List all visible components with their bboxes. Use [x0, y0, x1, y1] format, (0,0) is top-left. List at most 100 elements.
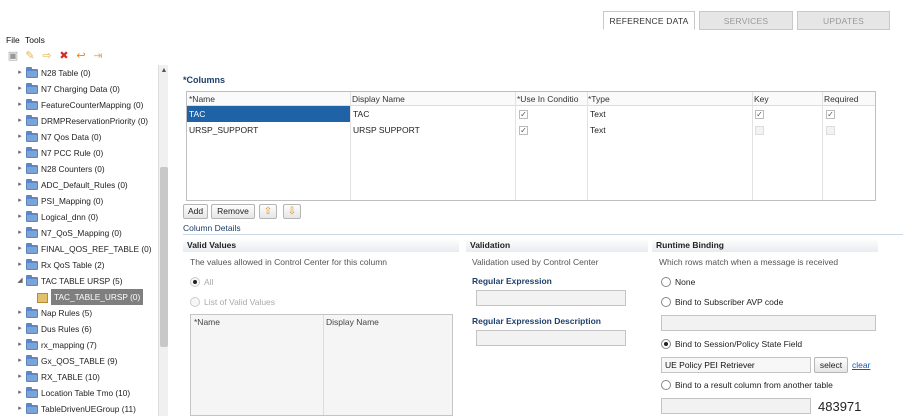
- move-icon[interactable]: ⇨: [41, 50, 53, 62]
- checkbox-key[interactable]: ✓: [755, 110, 764, 119]
- expand-arrow-icon[interactable]: ▸: [16, 225, 24, 241]
- clear-link[interactable]: clear: [852, 360, 870, 370]
- regex-input[interactable]: [476, 290, 626, 306]
- collapse-arrow-icon[interactable]: ◢: [16, 273, 24, 289]
- save-icon[interactable]: ▣: [7, 50, 19, 62]
- tree-item[interactable]: ▸ FeatureCounterMapping (0): [0, 97, 158, 113]
- valid-values-desc: The values allowed in Control Center for…: [190, 257, 388, 267]
- pencil-icon[interactable]: ✎: [24, 50, 36, 62]
- tree-scrollbar[interactable]: ▲: [158, 65, 168, 416]
- tree-item[interactable]: ▸ N7 PCC Rule (0): [0, 145, 158, 161]
- folder-icon: [26, 163, 38, 174]
- tree-item[interactable]: ▸ Rx QoS Table (2): [0, 257, 158, 273]
- folder-icon: [26, 131, 38, 142]
- table-cell-display[interactable]: TAC: [351, 106, 515, 122]
- tree-item[interactable]: ◢ TAC TABLE URSP (5): [0, 273, 158, 289]
- tree-item-selected[interactable]: TAC_TABLE_URSP (0): [0, 289, 158, 305]
- radio-bind-state-field[interactable]: [661, 339, 671, 349]
- checkbox-required[interactable]: ✓: [826, 110, 835, 119]
- tree-item[interactable]: ▸ FINAL_QOS_REF_TABLE (0): [0, 241, 158, 257]
- redo-icon[interactable]: ⇥: [92, 50, 104, 62]
- checkbox-required[interactable]: [826, 126, 835, 135]
- tree-item[interactable]: ▸ Gx_QOS_TABLE (9): [0, 353, 158, 369]
- arrow-up-icon[interactable]: ⇧: [259, 204, 277, 219]
- radio-bind-avp[interactable]: [661, 297, 671, 307]
- tree-item[interactable]: ▸ Nap Rules (5): [0, 305, 158, 321]
- checkbox-use-in-conditions[interactable]: ✓: [519, 126, 528, 135]
- expand-arrow-icon[interactable]: ▸: [16, 81, 24, 97]
- tree-item[interactable]: ▸ RX_TABLE (10): [0, 369, 158, 385]
- folder-icon: [26, 371, 38, 382]
- tree-item[interactable]: ▸ rx_mapping (7): [0, 337, 158, 353]
- table-cell-name[interactable]: URSP_SUPPORT: [187, 122, 350, 138]
- scrollbar-thumb[interactable]: [160, 167, 168, 347]
- tree-item[interactable]: ▸ N28 Table (0): [0, 65, 158, 81]
- expand-arrow-icon[interactable]: ▸: [16, 305, 24, 321]
- expand-arrow-icon[interactable]: ▸: [16, 321, 24, 337]
- expand-arrow-icon[interactable]: ▸: [16, 193, 24, 209]
- select-button[interactable]: select: [814, 357, 848, 373]
- remove-button[interactable]: Remove: [211, 204, 255, 219]
- radio-bind-result-column[interactable]: [661, 380, 671, 390]
- state-field-input[interactable]: UE Policy PEI Retriever: [661, 357, 811, 373]
- tree-item[interactable]: ▸ PSI_Mapping (0): [0, 193, 158, 209]
- expand-arrow-icon[interactable]: ▸: [16, 145, 24, 161]
- checkbox-use-in-conditions[interactable]: ✓: [519, 110, 528, 119]
- result-column-input[interactable]: [661, 398, 811, 414]
- expand-arrow-icon[interactable]: ▸: [16, 65, 24, 81]
- expand-arrow-icon[interactable]: ▸: [16, 209, 24, 225]
- runtime-binding-desc: Which rows match when a message is recei…: [659, 257, 839, 267]
- delete-icon[interactable]: ✖: [58, 50, 70, 62]
- menu-file[interactable]: File: [6, 35, 20, 45]
- tree-item[interactable]: ▸ ADC_Default_Rules (0): [0, 177, 158, 193]
- expand-arrow-icon[interactable]: ▸: [16, 161, 24, 177]
- expand-arrow-icon[interactable]: ▸: [16, 177, 24, 193]
- expand-arrow-icon[interactable]: ▸: [16, 337, 24, 353]
- tab-services[interactable]: SERVICES: [699, 11, 793, 30]
- add-button[interactable]: Add: [183, 204, 208, 219]
- radio-none-label: None: [675, 277, 696, 287]
- arrow-down-icon[interactable]: ⇩: [283, 204, 301, 219]
- tree-item[interactable]: ▸ TableDrivenUEGroup (11): [0, 401, 158, 416]
- col-header-type[interactable]: *Type: [588, 92, 610, 106]
- table-cell-name[interactable]: TAC: [187, 106, 350, 122]
- undo-icon[interactable]: ↩: [75, 50, 87, 62]
- col-header-name[interactable]: *Name: [189, 92, 215, 106]
- table-cell-type[interactable]: Text: [588, 122, 752, 138]
- checkbox-key[interactable]: [755, 126, 764, 135]
- menu-tools[interactable]: Tools: [25, 35, 45, 45]
- table-cell-type[interactable]: Text: [588, 106, 752, 122]
- scroll-up-icon[interactable]: ▲: [160, 67, 168, 75]
- radio-all-label: All: [204, 277, 214, 287]
- tree-item[interactable]: ▸ N7 Charging Data (0): [0, 81, 158, 97]
- expand-arrow-icon[interactable]: ▸: [16, 369, 24, 385]
- col-header-required[interactable]: Required: [824, 92, 859, 106]
- expand-arrow-icon[interactable]: ▸: [16, 129, 24, 145]
- tree-item[interactable]: ▸ N28 Counters (0): [0, 161, 158, 177]
- tab-updates[interactable]: UPDATES: [797, 11, 890, 30]
- expand-arrow-icon[interactable]: ▸: [16, 353, 24, 369]
- col-header-use-in-conditions[interactable]: *Use In Conditio: [517, 92, 588, 106]
- tab-reference-data[interactable]: REFERENCE DATA: [603, 11, 695, 30]
- folder-icon: [26, 355, 38, 366]
- radio-none[interactable]: [661, 277, 671, 287]
- tree-item[interactable]: ▸ Dus Rules (6): [0, 321, 158, 337]
- expand-arrow-icon[interactable]: ▸: [16, 113, 24, 129]
- tree-item[interactable]: ▸ Location Table Tmo (10): [0, 385, 158, 401]
- radio-list-of-valid-values[interactable]: [190, 297, 200, 307]
- expand-arrow-icon[interactable]: ▸: [16, 97, 24, 113]
- expand-arrow-icon[interactable]: ▸: [16, 257, 24, 273]
- tree-item[interactable]: ▸ DRMPReservationPriority (0): [0, 113, 158, 129]
- col-header-display-name[interactable]: Display Name: [352, 92, 405, 106]
- tree-item[interactable]: ▸ Logical_dnn (0): [0, 209, 158, 225]
- radio-all[interactable]: [190, 277, 200, 287]
- col-header-key[interactable]: Key: [754, 92, 769, 106]
- tree-item[interactable]: ▸ N7 Qos Data (0): [0, 129, 158, 145]
- expand-arrow-icon[interactable]: ▸: [16, 241, 24, 257]
- table-cell-display[interactable]: URSP SUPPORT: [351, 122, 515, 138]
- tree-item[interactable]: ▸ N7_QoS_Mapping (0): [0, 225, 158, 241]
- avp-code-input[interactable]: [661, 315, 876, 331]
- expand-arrow-icon[interactable]: ▸: [16, 401, 24, 416]
- expand-arrow-icon[interactable]: ▸: [16, 385, 24, 401]
- regex-description-input[interactable]: [476, 330, 626, 346]
